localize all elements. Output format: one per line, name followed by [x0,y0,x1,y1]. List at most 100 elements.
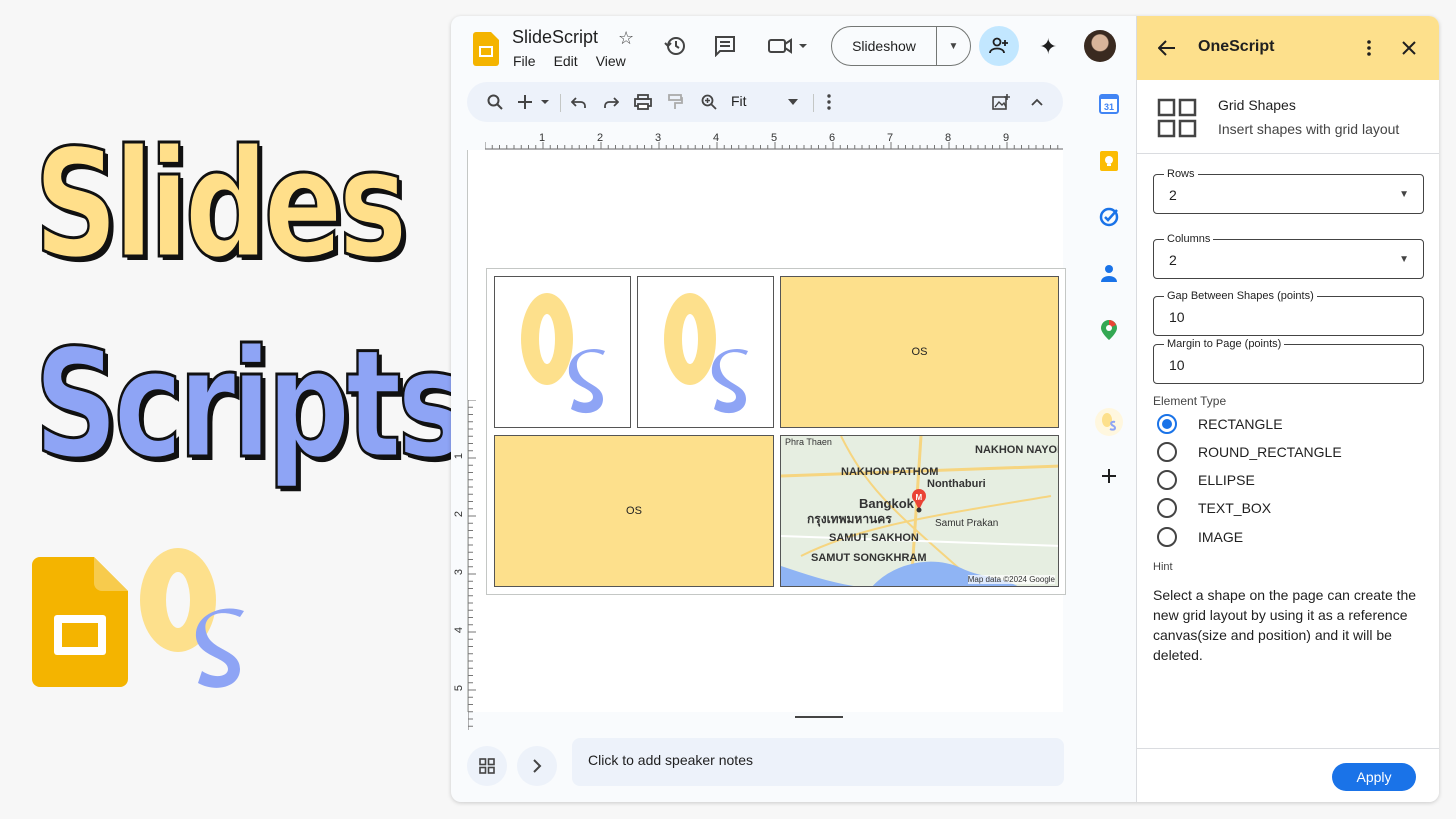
grid-shape-image[interactable] [637,276,774,428]
chevron-down-icon[interactable]: ▼ [1399,189,1409,200]
ruler-label: 4 [453,626,466,634]
history-icon[interactable] [663,34,687,58]
tool-header: Grid Shapes Insert shapes with grid layo… [1137,80,1439,154]
onescript-panel: OneScript Grid Shapes Insert shapes with… [1136,16,1439,802]
radio-image[interactable]: IMAGE [1157,526,1243,548]
radio-rectangle[interactable]: RECTANGLE [1157,413,1283,435]
document-title[interactable]: SlideScript [512,27,598,48]
onescript-logo [521,293,605,414]
keep-icon[interactable] [1097,149,1121,173]
ruler-label: 5 [453,684,466,692]
undo-icon[interactable] [567,90,591,114]
rows-value: 2 [1169,187,1177,203]
share-icon[interactable] [979,26,1019,66]
map-label: SAMUT SONGKHRAM [811,552,927,564]
insert-image-icon[interactable] [989,90,1013,114]
chevron-down-icon[interactable]: ▼ [1399,254,1409,265]
redo-icon[interactable] [599,90,623,114]
promo-word-scripts: Scripts [33,318,468,492]
chevron-down-icon[interactable]: ▼ [936,27,970,65]
gemini-icon[interactable]: ✦ [1039,34,1057,60]
slideshow-label[interactable]: Slideshow [832,38,936,54]
video-icon[interactable] [767,34,811,58]
onescript-addon-icon[interactable] [1095,408,1123,436]
slideshow-button[interactable]: Slideshow ▼ [831,26,971,66]
margin-value: 10 [1169,357,1185,373]
menu-edit[interactable]: Edit [554,53,578,69]
menu-view[interactable]: View [596,53,626,69]
map-label: กรุงเทพมหานคร [807,512,892,526]
add-icon[interactable] [515,90,555,114]
gap-value: 10 [1169,309,1185,325]
toolbar-divider [813,94,814,112]
back-icon[interactable] [1155,36,1179,60]
comment-icon[interactable] [713,34,737,58]
radio-button[interactable] [1157,527,1177,547]
grid-shape-map-image[interactable]: M Phra Thaen NAKHON PATHOM NAKHON NAYOK … [780,435,1059,587]
radio-label: ROUND_RECTANGLE [1198,444,1342,460]
ruler-label: 1 [453,452,466,460]
map-label: NAKHON PATHOM [841,466,939,478]
columns-select[interactable]: Columns 2 ▼ [1153,233,1424,279]
horizontal-ruler: 1 2 3 4 5 6 7 8 9 [484,132,1063,150]
chevron-down-icon[interactable] [781,90,805,114]
slides-app-window: SlideScript ☆ File Edit View Slideshow ▼… [451,16,1439,802]
ruler-label: 1 [539,132,546,144]
calendar-icon[interactable]: 31 [1097,92,1121,116]
gap-input[interactable]: Gap Between Shapes (points) 10 [1153,290,1424,336]
radio-button[interactable] [1157,498,1177,518]
map-label: Phra Thaen [785,437,832,447]
close-icon[interactable] [1397,36,1421,60]
radio-ellipse[interactable]: ELLIPSE [1157,469,1255,491]
radio-button[interactable] [1157,470,1177,490]
map-label: SAMUT SAKHON [829,532,919,544]
collapse-icon[interactable] [1025,90,1049,114]
radio-text-box[interactable]: TEXT_BOX [1157,497,1271,519]
map-label: NAKHON NAYOK [975,444,1059,456]
notes-resize-handle[interactable] [795,716,843,718]
grid-icon [1157,98,1197,138]
ruler-label: 2 [453,510,466,518]
paint-format-icon[interactable] [663,90,687,114]
margin-input[interactable]: Margin to Page (points) 10 [1153,338,1424,384]
radio-label: RECTANGLE [1198,416,1283,432]
google-slides-logo [32,557,128,687]
zoom-icon[interactable] [697,90,721,114]
add-addon-icon[interactable] [1097,464,1121,488]
maps-icon[interactable] [1097,318,1121,342]
grid-shape-image[interactable] [494,276,631,428]
radio-round-rectangle[interactable]: ROUND_RECTANGLE [1157,441,1342,463]
speaker-notes[interactable]: Click to add speaker notes [572,738,1064,786]
star-icon[interactable]: ☆ [618,28,634,49]
rows-label: Rows [1164,168,1198,180]
ruler-label: 4 [713,132,720,144]
slides-doc-icon[interactable] [473,32,499,66]
rows-select[interactable]: Rows 2 ▼ [1153,168,1424,214]
grid-shape-rectangle[interactable]: OS [494,435,774,587]
ruler-label: 3 [453,568,466,576]
radio-button[interactable] [1157,442,1177,462]
chevron-right-icon[interactable] [517,746,557,786]
margin-label: Margin to Page (points) [1164,338,1285,350]
panel-header: OneScript [1137,16,1439,80]
contacts-icon[interactable] [1097,261,1121,285]
top-bar: SlideScript ☆ File Edit View Slideshow ▼… [451,16,1136,82]
print-icon[interactable] [631,90,655,114]
zoom-select[interactable]: Fit [731,93,747,109]
svg-text:M: M [916,493,923,502]
tasks-icon[interactable] [1097,205,1121,229]
more-icon[interactable] [1357,36,1381,60]
slide[interactable]: OS OS M Phra Thaen NAKHON PATHOM NAKHON … [486,268,1066,595]
avatar[interactable] [1084,30,1116,62]
vertical-ruler: 1 2 3 4 5 [453,399,486,730]
menu-file[interactable]: File [513,53,536,69]
radio-button-checked[interactable] [1157,414,1177,434]
panel-title: OneScript [1198,38,1275,55]
apply-button[interactable]: Apply [1332,763,1416,791]
grid-shape-rectangle[interactable]: OS [780,276,1059,428]
more-icon[interactable] [817,90,841,114]
map-label: Samut Prakan [935,518,999,529]
slide-canvas[interactable]: 1 2 3 4 5 OS OS M Phra Thaen NAKHON PATH… [453,150,1066,730]
search-icon[interactable] [483,90,507,114]
grid-view-icon[interactable] [467,746,507,786]
